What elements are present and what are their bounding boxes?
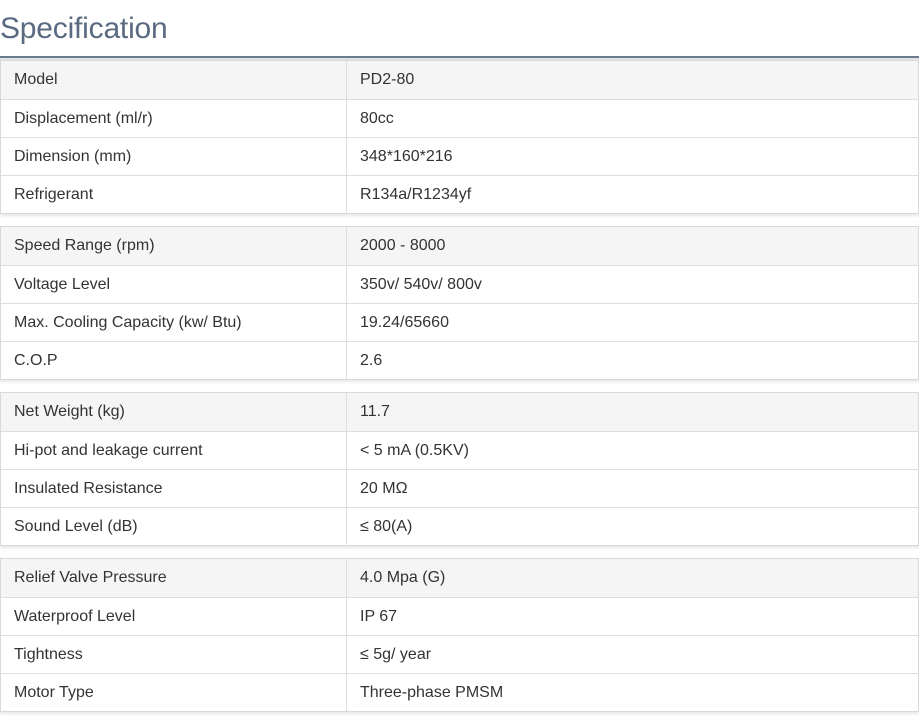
spec-group: Net Weight (kg) 11.7 Hi-pot and leakage …: [0, 392, 919, 546]
table-row: Refrigerant R134a/R1234yf: [1, 175, 918, 213]
spec-value: IP 67: [360, 607, 398, 625]
table-row: Motor Type Three-phase PMSM: [1, 673, 918, 711]
table-row: Insulated Resistance 20 MΩ: [1, 469, 918, 507]
table-row: Tightness ≤ 5g/ year: [1, 635, 918, 673]
spec-label: Sound Level (dB): [1, 508, 347, 545]
spec-value: 2000 - 8000: [360, 237, 446, 254]
spec-label: Hi-pot and leakage current: [1, 432, 347, 469]
table-row: Sound Level (dB) ≤ 80(A): [1, 507, 918, 545]
spec-page: Specification Model PD2-80 Displacement …: [0, 0, 919, 726]
spec-label: Net Weight (kg): [1, 393, 347, 431]
table-row: Voltage Level 350v/ 540v/ 800v: [1, 265, 918, 303]
spec-value: 4.0 Mpa (G): [360, 569, 446, 586]
spec-label: Tightness: [1, 636, 347, 673]
spec-value: 2.6: [360, 351, 383, 369]
table-row: Speed Range (rpm) 2000 - 8000: [1, 227, 918, 265]
spec-label: Voltage Level: [1, 266, 347, 303]
spec-value: 20 MΩ: [360, 479, 408, 497]
spec-label: C.O.P: [1, 342, 347, 379]
spec-label: Refrigerant: [1, 176, 347, 213]
table-row: Relief Valve Pressure 4.0 Mpa (G): [1, 559, 918, 597]
page-title: Specification: [0, 12, 168, 45]
spec-value: 80cc: [360, 109, 394, 127]
spec-label: Max. Cooling Capacity (kw/ Btu): [1, 304, 347, 341]
spec-value: 11.7: [360, 403, 390, 420]
spec-group: Speed Range (rpm) 2000 - 8000 Voltage Le…: [0, 226, 919, 380]
spec-group: Relief Valve Pressure 4.0 Mpa (G) Waterp…: [0, 558, 919, 712]
spec-label: Insulated Resistance: [1, 470, 347, 507]
spec-label: Speed Range (rpm): [1, 227, 347, 265]
spec-value: Three-phase PMSM: [360, 683, 504, 701]
spec-value: < 5 mA (0.5KV): [360, 441, 469, 459]
spec-value: R134a/R1234yf: [360, 185, 472, 203]
table-row: C.O.P 2.6: [1, 341, 918, 379]
table-row: Model PD2-80: [1, 61, 918, 99]
spec-value: 350v/ 540v/ 800v: [360, 275, 482, 293]
spec-group: Model PD2-80 Displacement (ml/r) 80cc Di…: [0, 60, 919, 214]
spec-label: Displacement (ml/r): [1, 100, 347, 137]
spec-label: Relief Valve Pressure: [1, 559, 347, 597]
spec-value: PD2-80: [360, 71, 415, 88]
table-row: Net Weight (kg) 11.7: [1, 393, 918, 431]
spec-value: ≤ 80(A): [360, 517, 413, 535]
spec-value: ≤ 5g/ year: [360, 645, 432, 663]
spec-label: Motor Type: [1, 674, 347, 711]
table-row: Displacement (ml/r) 80cc: [1, 99, 918, 137]
spec-value: 19.24/65660: [360, 313, 449, 331]
spec-table: Model PD2-80 Displacement (ml/r) 80cc Di…: [0, 60, 919, 724]
table-row: Hi-pot and leakage current < 5 mA (0.5KV…: [1, 431, 918, 469]
spec-label: Model: [1, 61, 347, 99]
table-row: Dimension (mm) 348*160*216: [1, 137, 918, 175]
table-row: Waterproof Level IP 67: [1, 597, 918, 635]
spec-label: Waterproof Level: [1, 598, 347, 635]
spec-value: 348*160*216: [360, 147, 453, 165]
table-row: Max. Cooling Capacity (kw/ Btu) 19.24/65…: [1, 303, 918, 341]
spec-label: Dimension (mm): [1, 138, 347, 175]
